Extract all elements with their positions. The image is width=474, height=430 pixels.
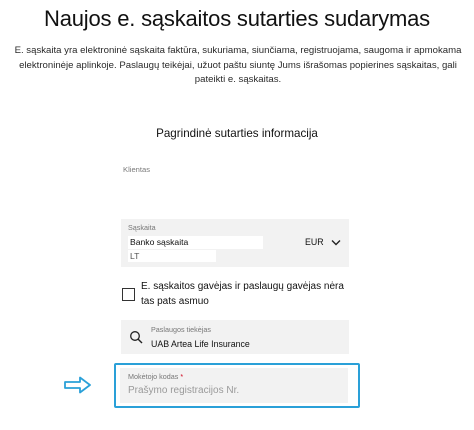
- required-mark: *: [180, 372, 184, 381]
- provider-value[interactable]: UAB Artea Life Insurance: [151, 339, 250, 349]
- account-type-value: Banko sąskaita: [128, 236, 263, 249]
- section-title: Pagrindinė sutarties informacija: [156, 127, 318, 140]
- account-iban-value: LT: [128, 250, 216, 262]
- different-recipient-checkbox[interactable]: [122, 288, 135, 301]
- provider-label: Paslaugos tiekėjas: [151, 325, 211, 334]
- arrow-right-icon: [64, 376, 91, 394]
- client-label: Klientas: [123, 165, 151, 174]
- chevron-down-icon[interactable]: [331, 236, 341, 249]
- payment-code-input[interactable]: Prašymo registracijos Nr.: [128, 385, 239, 396]
- provider-search-field[interactable]: Paslaugos tiekėjas UAB Artea Life Insura…: [121, 320, 349, 354]
- different-recipient-label[interactable]: E. sąskaitos gavėjas ir paslaugų gavėjas…: [141, 280, 356, 309]
- currency-value[interactable]: EUR: [305, 236, 324, 249]
- search-icon: [130, 331, 143, 344]
- intro-text: E. sąskaita yra elektroninė sąskaita fak…: [14, 45, 462, 86]
- page-title: Naujos e. sąskaitos sutarties sudarymas: [44, 6, 430, 31]
- different-recipient-option[interactable]: E. sąskaitos gavėjas ir paslaugų gavėjas…: [121, 280, 351, 312]
- payment-code-label: Mokėtojo kodas *: [128, 372, 184, 381]
- payment-code-field[interactable]: Mokėtojo kodas * Prašymo registracijos N…: [120, 368, 348, 403]
- account-label: Sąskaita: [128, 223, 156, 232]
- account-select[interactable]: Sąskaita Banko sąskaita EUR LT: [121, 219, 349, 267]
